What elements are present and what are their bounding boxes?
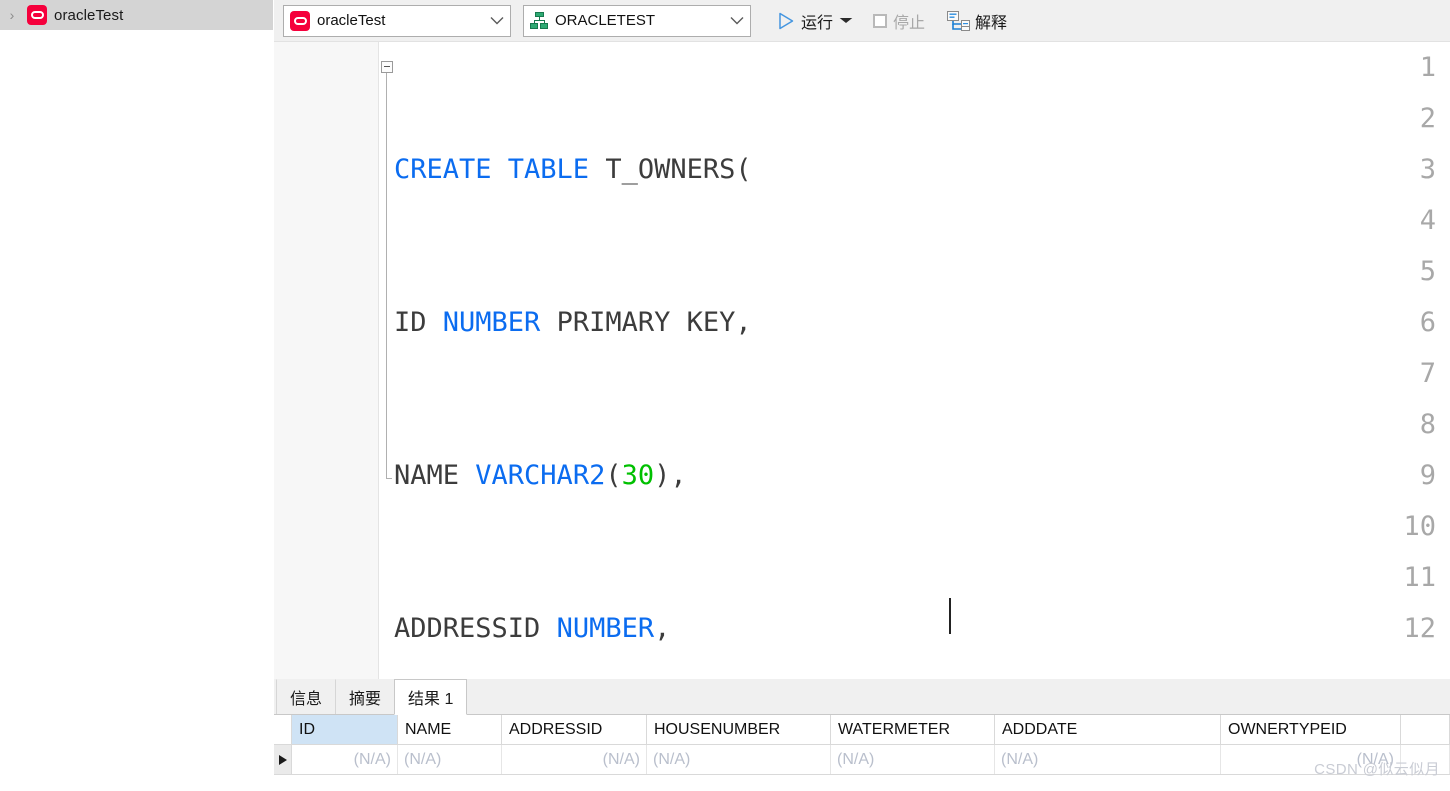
code-line-4: ADDRESSID NUMBER, xyxy=(394,613,671,644)
cell-housenumber[interactable]: (N/A) xyxy=(647,745,831,774)
run-button-label: 运行 xyxy=(801,14,834,32)
column-header-id[interactable]: ID xyxy=(292,715,398,744)
schema-tree-icon xyxy=(530,11,548,30)
column-header-adddate[interactable]: ADDDATE xyxy=(995,715,1221,744)
cell-ownertypeid[interactable]: (N/A) xyxy=(1221,745,1401,774)
tab-result-1-label: 结果 1 xyxy=(408,691,454,708)
column-header-name[interactable]: NAME xyxy=(398,715,502,744)
schema-select-value: ORACLETEST xyxy=(555,12,656,29)
play-icon xyxy=(777,12,795,30)
row-selector-header xyxy=(274,715,292,744)
explain-button[interactable]: 解释 xyxy=(941,5,1013,37)
tab-info-label: 信息 xyxy=(290,691,323,708)
cell-adddate[interactable]: (N/A) xyxy=(995,745,1221,774)
tree-item-label: oracleTest xyxy=(54,6,124,24)
oracle-db-icon xyxy=(290,10,310,31)
tab-result-1[interactable]: 结果 1 xyxy=(394,679,468,715)
table-row[interactable]: (N/A) (N/A) (N/A) (N/A) (N/A) (N/A) (N/A… xyxy=(274,745,1450,775)
run-dropdown-caret-icon[interactable] xyxy=(839,17,853,24)
tab-info[interactable]: 信息 xyxy=(276,679,337,714)
code-line-3: NAME VARCHAR2(30), xyxy=(394,460,687,491)
chevron-right-icon[interactable]: › xyxy=(4,7,20,23)
tree-item-oracletest[interactable]: › oracleTest xyxy=(0,0,273,30)
results-panel: 信息 摘要 结果 1 ID NAME ADDRESSID HOUSENUMBER… xyxy=(274,679,1450,791)
sql-editor[interactable]: 1 2 3 4 5 6 7 8 9 10 11 12 CREATE TABLE … xyxy=(274,42,1450,679)
stop-button-label: 停止 xyxy=(893,14,926,32)
cell-name[interactable]: (N/A) xyxy=(398,745,502,774)
explain-plan-icon xyxy=(947,11,971,31)
cell-watermeter[interactable]: (N/A) xyxy=(831,745,995,774)
column-header-housenumber[interactable]: HOUSENUMBER xyxy=(647,715,831,744)
chevron-down-icon[interactable] xyxy=(724,6,750,36)
object-tree-panel: › oracleTest xyxy=(0,0,274,791)
connection-select[interactable]: oracleTest xyxy=(283,4,511,37)
results-grid[interactable]: ID NAME ADDRESSID HOUSENUMBER WATERMETER… xyxy=(274,715,1450,791)
row-indicator-triangle-icon xyxy=(278,754,287,765)
column-header-ownertypeid[interactable]: OWNERTYPEID xyxy=(1221,715,1401,744)
code-line-1: CREATE TABLE T_OWNERS( xyxy=(394,154,752,185)
stop-square-icon xyxy=(873,13,888,28)
explain-button-label: 解释 xyxy=(975,14,1008,32)
code-line-2: ID NUMBER PRIMARY KEY, xyxy=(394,307,752,338)
tab-summary-label: 摘要 xyxy=(349,691,382,708)
fold-collapse-icon[interactable] xyxy=(381,61,393,73)
column-header-addressid[interactable]: ADDRESSID xyxy=(502,715,647,744)
run-button[interactable]: 运行 xyxy=(771,5,857,37)
oracle-db-icon xyxy=(27,5,47,25)
fold-stem xyxy=(386,73,387,478)
tab-summary[interactable]: 摘要 xyxy=(335,679,396,714)
column-header-watermeter[interactable]: WATERMETER xyxy=(831,715,995,744)
text-caret xyxy=(949,598,951,634)
cell-id[interactable]: (N/A) xyxy=(292,745,398,774)
schema-select[interactable]: ORACLETEST xyxy=(523,4,751,37)
line-number-gutter xyxy=(274,42,379,679)
app-window: › oracleTest oracleTest ORACLETEST 运行 停止… xyxy=(0,0,1450,791)
stop-button: 停止 xyxy=(867,5,931,37)
chevron-down-icon[interactable] xyxy=(484,6,510,36)
row-indicator[interactable] xyxy=(274,745,292,774)
cell-filler xyxy=(1401,745,1450,774)
column-header-filler xyxy=(1401,715,1450,744)
toolbar: oracleTest ORACLETEST 运行 停止 解释 xyxy=(274,0,1450,42)
cell-addressid[interactable]: (N/A) xyxy=(502,745,647,774)
results-grid-header: ID NAME ADDRESSID HOUSENUMBER WATERMETER… xyxy=(274,715,1450,745)
fold-end-marker xyxy=(386,478,392,479)
results-tabbar: 信息 摘要 结果 1 xyxy=(274,679,1450,715)
sql-code-text[interactable]: CREATE TABLE T_OWNERS( ID NUMBER PRIMARY… xyxy=(394,42,1450,679)
connection-select-value: oracleTest xyxy=(317,12,386,29)
